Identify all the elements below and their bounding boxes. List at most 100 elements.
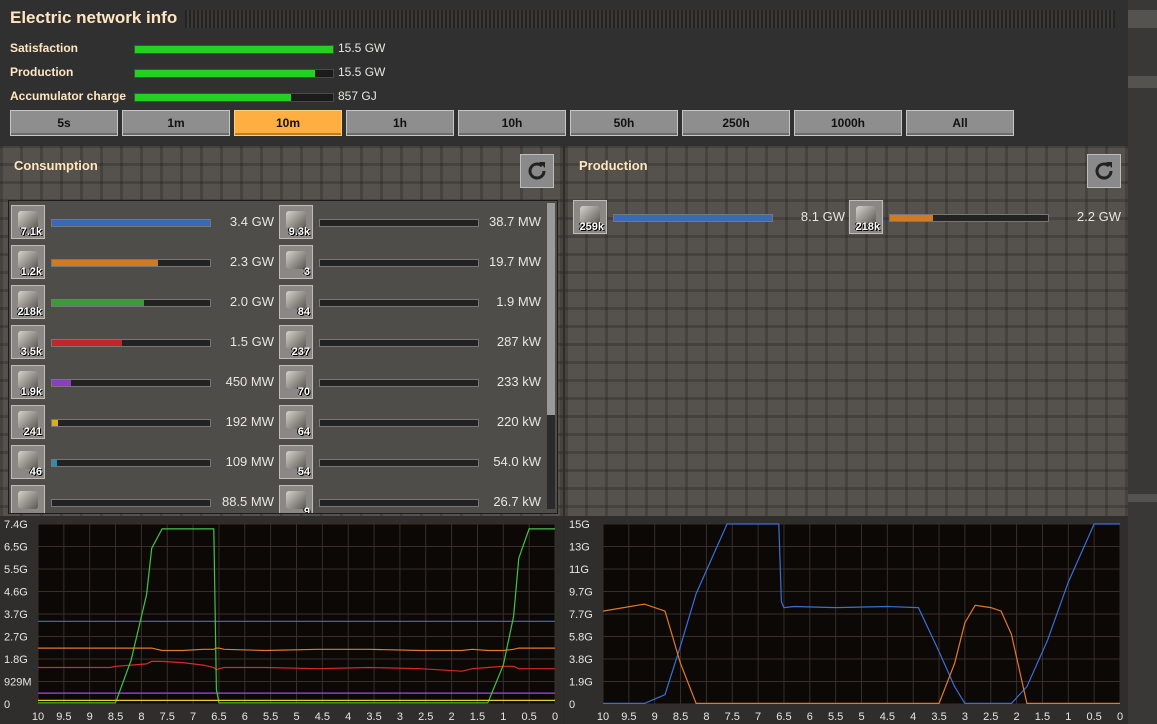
x-tick-label: 3.5 bbox=[931, 711, 946, 723]
stat-row-accumulator: Accumulator charge 857 GJ bbox=[10, 88, 410, 106]
y-tick-label: 5.8G bbox=[569, 632, 593, 644]
entity-icon-button[interactable] bbox=[11, 485, 45, 513]
x-tick-label: 0 bbox=[552, 711, 558, 723]
production-list[interactable]: 259k 8.1 GW 218k 2.2 GW bbox=[573, 200, 1133, 240]
stat-value: 15.5 GW bbox=[338, 41, 386, 55]
list-item[interactable]: 46 109 MW bbox=[11, 445, 274, 481]
x-tick-label: 3.5 bbox=[366, 711, 381, 723]
usage-bar bbox=[51, 299, 211, 307]
list-item[interactable]: 241 192 MW bbox=[11, 405, 274, 441]
y-tick-label: 13G bbox=[569, 542, 590, 554]
entity-icon-button[interactable]: 259k bbox=[573, 200, 607, 234]
x-tick-label: 7 bbox=[190, 711, 196, 723]
list-item[interactable]: 259k 8.1 GW bbox=[573, 200, 845, 236]
x-tick-label: 3 bbox=[962, 711, 968, 723]
list-item[interactable]: 9 26.7 kW bbox=[279, 485, 541, 513]
entity-icon-button[interactable]: 1.9k bbox=[11, 365, 45, 399]
entity-icon-button[interactable]: 46 bbox=[11, 445, 45, 479]
consumption-chart-svg: 10 9.5 9 8.5 8 7.5 7 6.5 6 5.5 5 4.5 4 3.5 3 2.5 2 1.5 1 0.… bbox=[0, 516, 563, 724]
entity-icon-button[interactable]: 9.3k bbox=[279, 205, 313, 239]
x-tick-label: 9.5 bbox=[56, 711, 71, 723]
timescale-button-10m[interactable]: 10m bbox=[234, 110, 342, 136]
entity-icon-button[interactable]: 54 bbox=[279, 445, 313, 479]
list-item[interactable]: 1.2k 2.3 GW bbox=[11, 245, 274, 281]
x-tick-label: 1 bbox=[1065, 711, 1071, 723]
timescale-button-10h[interactable]: 10h bbox=[458, 110, 566, 136]
entity-count: 46 bbox=[29, 466, 42, 478]
entity-icon-button[interactable]: 218k bbox=[849, 200, 883, 234]
entity-icon-button[interactable]: 84 bbox=[279, 285, 313, 319]
x-tick-label: 6.5 bbox=[776, 711, 791, 723]
y-tick-label: 1.9G bbox=[569, 677, 593, 689]
timescale-button-1h[interactable]: 1h bbox=[346, 110, 454, 136]
x-tick-label: 5.5 bbox=[263, 711, 278, 723]
entity-count: 84 bbox=[297, 306, 310, 318]
stat-label: Accumulator charge bbox=[10, 89, 127, 103]
entity-icon-button[interactable]: 7.1k bbox=[11, 205, 45, 239]
power-value: 54.0 kW bbox=[493, 454, 541, 469]
list-item[interactable]: 1.9k 450 MW bbox=[11, 365, 274, 401]
x-tick-label: 1.5 bbox=[1035, 711, 1050, 723]
timescale-button-5s[interactable]: 5s bbox=[10, 110, 118, 136]
x-tick-label: 3 bbox=[397, 711, 403, 723]
list-item[interactable]: 9.3k 38.7 MW bbox=[279, 205, 541, 241]
usage-bar bbox=[51, 379, 211, 387]
y-tick-label: 4.6G bbox=[4, 587, 28, 599]
entity-icon-button[interactable]: 70 bbox=[279, 365, 313, 399]
stat-value: 857 GJ bbox=[338, 89, 377, 103]
list-item[interactable]: 84 1.9 MW bbox=[279, 285, 541, 321]
consumption-scrollbar[interactable] bbox=[547, 203, 555, 509]
timescale-button-all[interactable]: All bbox=[906, 110, 1014, 136]
machine-icon bbox=[18, 491, 38, 509]
entity-icon-button[interactable]: 241 bbox=[11, 405, 45, 439]
list-item[interactable]: 7.1k 3.4 GW bbox=[11, 205, 274, 241]
timescale-button-50h[interactable]: 50h bbox=[570, 110, 678, 136]
drag-handle[interactable] bbox=[185, 10, 1115, 28]
scroll-thumb[interactable] bbox=[547, 203, 555, 415]
entity-count: 3 bbox=[303, 266, 310, 278]
power-value: 88.5 MW bbox=[221, 494, 274, 509]
entity-icon-button[interactable]: 1.2k bbox=[11, 245, 45, 279]
power-value: 1.5 GW bbox=[229, 334, 274, 349]
production-title: Production bbox=[579, 158, 648, 173]
x-tick-label: 9.5 bbox=[621, 711, 636, 723]
list-item[interactable]: 237 287 kW bbox=[279, 325, 541, 361]
list-item[interactable]: 218k 2.2 GW bbox=[849, 200, 1121, 236]
usage-bar bbox=[613, 214, 773, 222]
list-item[interactable]: 64 220 kW bbox=[279, 405, 541, 441]
timescale-button-1000h[interactable]: 1000h bbox=[794, 110, 902, 136]
consumption-panel: Consumption 7.1k 3.4 GW 1.2k 2.3 GW 218k 2.0 … bbox=[0, 146, 563, 724]
power-value: 2.2 GW bbox=[1076, 209, 1121, 224]
timescale-button-1m[interactable]: 1m bbox=[122, 110, 230, 136]
entity-icon-button[interactable]: 3 bbox=[279, 245, 313, 279]
entity-icon-button[interactable]: 237 bbox=[279, 325, 313, 359]
consumption-title: Consumption bbox=[14, 158, 98, 173]
title-bar[interactable]: Electric network info bbox=[0, 0, 1128, 38]
entity-count: 1.2k bbox=[20, 266, 42, 278]
timescale-button-250h[interactable]: 250h bbox=[682, 110, 790, 136]
list-item[interactable]: 88.5 MW bbox=[11, 485, 274, 513]
entity-count: 9.3k bbox=[288, 226, 310, 238]
x-tick-label: 8 bbox=[703, 711, 709, 723]
x-tick-label: 8 bbox=[138, 711, 144, 723]
entity-icon-button[interactable]: 9 bbox=[279, 485, 313, 513]
y-tick-label: 11G bbox=[569, 564, 589, 576]
consumption-list[interactable]: 7.1k 3.4 GW 1.2k 2.3 GW 218k 2.0 GW 3.5k 1.5 GW… bbox=[8, 200, 558, 514]
list-item[interactable]: 3.5k 1.5 GW bbox=[11, 325, 274, 361]
list-item[interactable]: 70 233 kW bbox=[279, 365, 541, 401]
x-tick-label: 1.5 bbox=[470, 711, 485, 723]
production-reset-button[interactable] bbox=[1087, 154, 1121, 188]
list-item[interactable]: 218k 2.0 GW bbox=[11, 285, 274, 321]
usage-bar bbox=[319, 499, 479, 507]
power-value: 450 MW bbox=[225, 374, 274, 389]
entity-icon-button[interactable]: 218k bbox=[11, 285, 45, 319]
list-item[interactable]: 54 54.0 kW bbox=[279, 445, 541, 481]
x-tick-label: 4.5 bbox=[315, 711, 330, 723]
list-item[interactable]: 3 19.7 MW bbox=[279, 245, 541, 281]
consumption-reset-button[interactable] bbox=[520, 154, 554, 188]
usage-bar bbox=[319, 339, 479, 347]
usage-bar bbox=[319, 219, 479, 227]
power-value: 8.1 GW bbox=[800, 209, 845, 224]
entity-icon-button[interactable]: 64 bbox=[279, 405, 313, 439]
entity-icon-button[interactable]: 3.5k bbox=[11, 325, 45, 359]
